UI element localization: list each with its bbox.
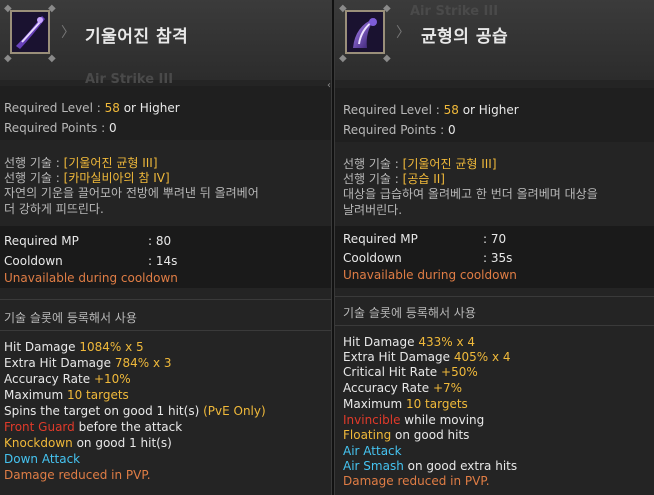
skill-title: 기울어진 참격 bbox=[85, 27, 189, 47]
stat-maximum: Maximum 10 targets bbox=[4, 388, 129, 402]
description-line-2: 더 강하게 피뜨린다. bbox=[4, 202, 104, 216]
stat-accuracy: Accuracy Rate +10% bbox=[4, 372, 131, 386]
skill-tooltip-left: Air Strike III ◆ ◆ ◆ ◆ 〉 기울어진 참격 Require… bbox=[0, 0, 332, 495]
mp-value: : 70 bbox=[483, 232, 507, 246]
prerequisite-1: 선행 기술 : [기울어진 균형 III] bbox=[343, 157, 497, 171]
description-line-1: 대상을 급습하여 올려베고 한 번더 올려베며 대상을 bbox=[343, 187, 598, 201]
chevron-left-icon: ‹ bbox=[327, 80, 331, 91]
chevron-right-icon: 〉 bbox=[61, 25, 75, 41]
stat-down-attack: Down Attack bbox=[4, 452, 81, 466]
stat-knockdown: Knockdown on good 1 hit(s) bbox=[4, 436, 172, 450]
mp-label: Required MP bbox=[343, 232, 418, 246]
prerequisite-2: 선행 기술 : [카마실비아의 참 IV] bbox=[4, 171, 170, 185]
unavailable-note: Unavailable during cooldown bbox=[343, 268, 517, 282]
cooldown-label: Cooldown bbox=[4, 254, 63, 268]
divider bbox=[335, 325, 654, 326]
stat-accuracy: Accuracy Rate +7% bbox=[343, 381, 463, 395]
stat-front-guard: Front Guard before the attack bbox=[4, 420, 183, 434]
stat-air-attack: Air Attack bbox=[343, 444, 402, 458]
required-points: Required Points : 0 bbox=[4, 121, 117, 135]
skill-icon-frame: ◆ ◆ ◆ ◆ bbox=[339, 3, 391, 64]
stat-spins: Spins the target on good 1 hit(s) (PvE O… bbox=[4, 404, 266, 418]
stat-floating: Floating on good hits bbox=[343, 428, 470, 442]
skill-tooltip-right: Air Strike III ◆ ◆ ◆ ◆ 〉 균형의 공습 Required… bbox=[334, 0, 654, 495]
required-points: Required Points : 0 bbox=[343, 123, 456, 137]
divider bbox=[335, 296, 654, 297]
description-line-2: 날려버린다. bbox=[343, 203, 403, 217]
section-title: 기술 슬롯에 등록해서 사용 bbox=[343, 306, 476, 320]
air-strike-skill-icon bbox=[345, 10, 385, 54]
stat-invincible: Invincible while moving bbox=[343, 413, 485, 427]
stat-hit-damage: Hit Damage 433% x 4 bbox=[343, 335, 476, 349]
stat-hit-damage: Hit Damage 1084% x 5 bbox=[4, 340, 144, 354]
prerequisite-1: 선행 기술 : [기울어진 균형 III] bbox=[4, 156, 158, 170]
stat-extra-hit-damage: Extra Hit Damage 784% x 3 bbox=[4, 356, 172, 370]
ghost-skill-name: Air Strike III bbox=[410, 4, 499, 19]
tooltip-header: Air Strike III ◆ ◆ ◆ ◆ bbox=[0, 0, 331, 87]
mp-label: Required MP bbox=[4, 234, 79, 248]
stat-air-smash: Air Smash on good extra hits bbox=[343, 459, 518, 473]
required-level: Required Level : 58 or Higher bbox=[4, 101, 180, 115]
description-line-1: 자연의 기운을 끌어모아 전방에 뿌려낸 뒤 올려베어 bbox=[4, 186, 259, 200]
skill-title: 균형의 공습 bbox=[421, 27, 509, 47]
ghost-skill-name: Air Strike III bbox=[85, 72, 174, 87]
tooltip-header: Air Strike III ◆ ◆ ◆ ◆ bbox=[335, 0, 654, 80]
stat-pvp: Damage reduced in PVP. bbox=[4, 468, 151, 482]
mp-value: : 80 bbox=[148, 234, 172, 248]
stat-pvp: Damage reduced in PVP. bbox=[343, 474, 490, 488]
section-title: 기술 슬롯에 등록해서 사용 bbox=[4, 311, 137, 325]
unavailable-note: Unavailable during cooldown bbox=[4, 271, 178, 285]
cooldown-value: : 14s bbox=[148, 254, 178, 268]
cooldown-label: Cooldown bbox=[343, 251, 402, 265]
divider bbox=[0, 299, 331, 300]
prerequisite-2: 선행 기술 : [공습 II] bbox=[343, 172, 445, 186]
stat-maximum: Maximum 10 targets bbox=[343, 397, 468, 411]
stat-critical: Critical Hit Rate +50% bbox=[343, 365, 478, 379]
skill-icon-frame: ◆ ◆ ◆ ◆ bbox=[4, 3, 56, 64]
stat-extra-hit-damage: Extra Hit Damage 405% x 4 bbox=[343, 350, 511, 364]
divider bbox=[0, 330, 331, 331]
slash-skill-icon bbox=[10, 10, 50, 54]
required-level: Required Level : 58 or Higher bbox=[343, 103, 519, 117]
chevron-right-icon: 〉 bbox=[396, 25, 410, 41]
cooldown-value: : 35s bbox=[483, 251, 513, 265]
